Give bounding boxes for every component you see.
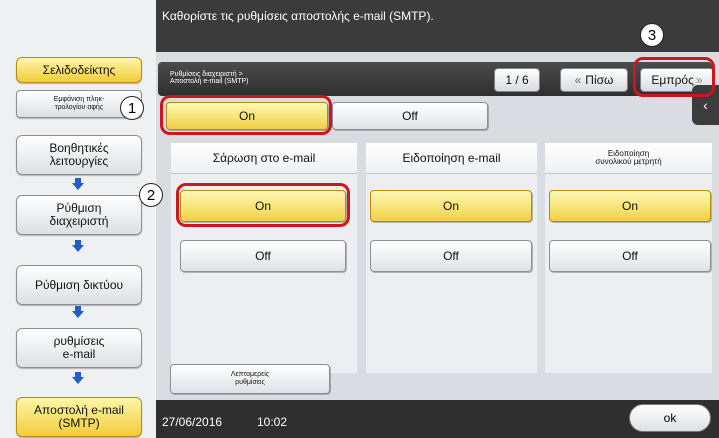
callout-highlight-3 xyxy=(633,57,715,97)
date-display: 27/06/2016 xyxy=(162,415,223,429)
sidebar-item-label: Ρύθμιση δικτύου xyxy=(34,277,124,292)
sidebar-item-label: ρυθμίσεις e-mail xyxy=(53,334,105,361)
sidebar-item-label: Βοηθητικές λειτουργίες xyxy=(49,141,109,168)
back-button[interactable]: « Πίσω xyxy=(560,68,628,92)
bookmark-button[interactable]: Σελιδοδείκτης xyxy=(16,57,142,83)
breadcrumb: Ρυθμίσεις διαχειριστή > Αποστολή e-mail … xyxy=(170,71,249,85)
back-label: Πίσω xyxy=(585,73,614,87)
sidebar: Σελιδοδείκτης Εμφάνιση πληκ- τρολογίου α… xyxy=(0,0,156,438)
page-title: Καθορίστε τις ρυθμίσεις αποστολής e-mail… xyxy=(162,9,434,23)
time-display: 10:02 xyxy=(257,415,288,429)
sidebar-item-email-settings[interactable]: ρυθμίσεις e-mail xyxy=(16,328,142,368)
header-bar: Καθορίστε τις ρυθμίσεις αποστολής e-mail… xyxy=(156,0,719,52)
detailed-settings-button[interactable]: Λεπτομερείς ρυθμίσεις xyxy=(170,364,330,394)
email-notification-title: Ειδοποίηση e-mail xyxy=(366,143,537,174)
page-indicator: 1 / 6 xyxy=(494,68,540,92)
scan-to-email-off-button[interactable]: Off xyxy=(180,240,346,272)
touch-keypad-label: Εμφάνιση πληκ- τρολογίου αφής xyxy=(53,96,105,111)
callout-number-1: 1 xyxy=(120,96,144,120)
sidebar-item-label: Αποστολή e-mail (SMTP) xyxy=(34,403,124,430)
smtp-off-button[interactable]: Off xyxy=(332,102,488,130)
sidebar-item-smtp[interactable]: Αποστολή e-mail (SMTP) xyxy=(16,397,142,437)
sidebar-item-utility[interactable]: Βοηθητικές λειτουργίες xyxy=(16,135,142,175)
ok-button[interactable]: ok xyxy=(629,404,711,432)
down-arrow-icon xyxy=(72,372,84,384)
callout-number-2: 2 xyxy=(139,183,163,207)
sidebar-item-label: Ρύθμιση διαχειριστή xyxy=(49,201,109,228)
down-arrow-icon xyxy=(72,178,84,190)
callout-highlight-2 xyxy=(176,183,350,227)
down-arrow-icon xyxy=(72,240,84,252)
scan-to-email-title: Σάρωση στο e-mail xyxy=(171,143,357,174)
total-counter-off-button[interactable]: Off xyxy=(549,240,711,272)
email-notification-off-button[interactable]: Off xyxy=(370,240,532,272)
back-arrow-icon: « xyxy=(574,73,582,87)
sidebar-item-network[interactable]: Ρύθμιση δικτύου xyxy=(16,265,142,305)
sidebar-item-admin[interactable]: Ρύθμιση διαχειριστή xyxy=(16,195,142,235)
total-counter-title: Ειδοποίηση συνολικού μετρητή xyxy=(545,143,712,174)
total-counter-on-button[interactable]: On xyxy=(549,190,711,222)
email-notification-on-button[interactable]: On xyxy=(370,190,532,222)
callout-number-3: 3 xyxy=(640,23,664,47)
down-arrow-icon xyxy=(72,306,84,318)
callout-highlight-1 xyxy=(160,95,332,135)
